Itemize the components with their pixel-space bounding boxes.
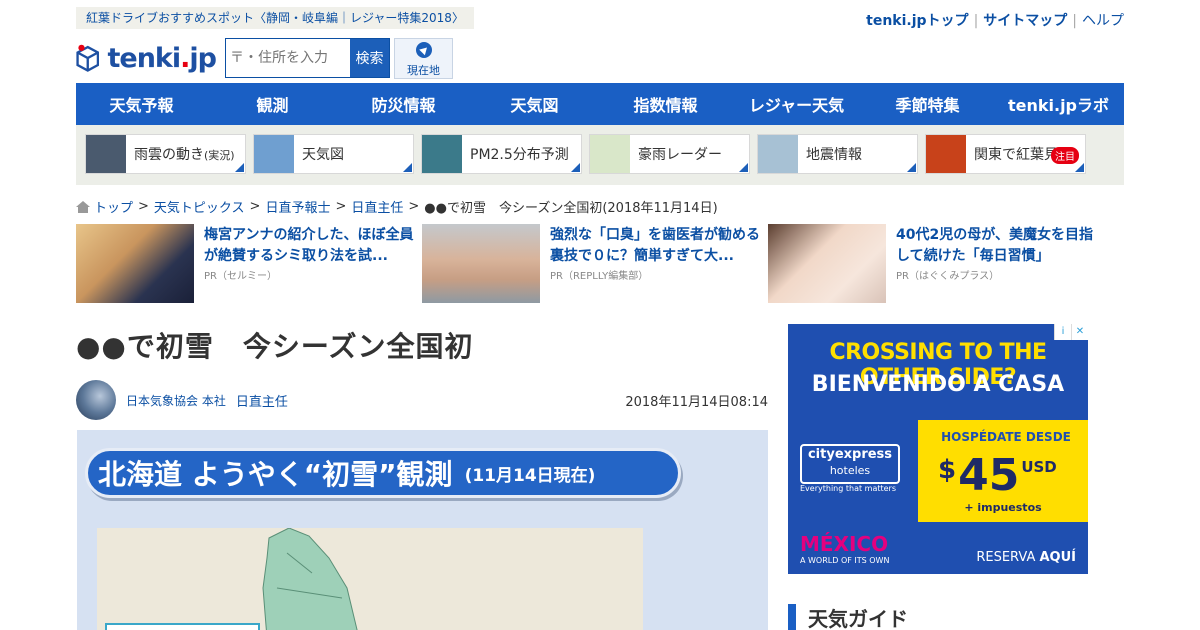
ad-subheadline: BIENVENIDO A CASA [811,372,1065,397]
ad-strip: 梅宮アンナの紹介した、ほぼ全員が絶賛するシミ取り法を試... PR（セルミー） 強… [76,224,1124,304]
subnav-rain-cloud[interactable]: 雨雲の動き(実況) [85,134,246,174]
top-link-help[interactable]: ヘルプ [1082,13,1124,29]
ad-pr: PR（はぐくみプラス） [896,271,1000,282]
mexico-tagline: A WORLD OF ITS OWN [800,556,890,565]
subnav-heavy-rain-radar[interactable]: 豪雨レーダー [589,134,750,174]
article-figure: 北海道 ようやく“初雪”観測 (11月14日現在) [77,430,768,630]
ad-stay-from: HOSPÉDATE DESDE [941,430,1071,444]
ad-title[interactable]: 40代2児の母が、美魔女を目指して続けた「毎日習慣」 [896,225,1106,267]
ad-pr: PR（セルミー） [204,271,277,282]
article-title: ●●で初雪 今シーズン全国初 [76,330,474,363]
subnav-pm25[interactable]: PM2.5分布予測 [421,134,582,174]
subnav-label: 天気図 [302,147,344,163]
map-legend [105,623,260,630]
global-nav: 天気予報 観測 防災情報 天気図 指数情報 レジャー天気 季節特集 tenki.… [76,83,1124,125]
ad-image [76,224,194,303]
gnav-seasonal[interactable]: 季節特集 [862,83,993,125]
autumn-leaves-thumbnail [926,135,966,173]
sidebar-weather-guide-title: 天気ガイド [788,604,908,630]
ad-card[interactable]: 40代2児の母が、美魔女を目指して続けた「毎日習慣」 PR（はぐくみプラス） [768,224,1114,304]
home-icon [76,200,90,213]
ad-pr: PR（REPLLY編集部） [550,271,649,282]
gnav-observation[interactable]: 観測 [207,83,338,125]
site-logo[interactable]: tenki.jp [76,38,217,78]
subnav-label: 豪雨レーダー [638,147,722,163]
ad-title[interactable]: 梅宮アンナの紹介した、ほぼ全員が絶賛するシミ取り法を試... [204,225,414,267]
breadcrumb-topics[interactable]: 天気トピックス [154,197,245,216]
subnav-label: 地震情報 [806,147,862,163]
ad-taxes: + impuestos [964,501,1042,514]
sub-nav: 雨雲の動き(実況) 天気図 PM2.5分布予測 豪雨レーダー 地震情報 関東で紅… [76,125,1124,185]
search-button[interactable]: 検索 [350,39,389,77]
search-box: 検索 [225,38,390,78]
weather-map-thumbnail [254,135,294,173]
ad-tagline: Everything that matters [800,484,896,493]
subnav-label: PM2.5分布予測 [470,147,569,163]
radar-thumbnail [590,135,630,173]
breadcrumb-chief[interactable]: 日直主任 [351,197,403,216]
hokkaido-shape [262,527,358,630]
ad-price: $45 USD [938,450,1057,501]
top-link-home[interactable]: tenki.jpトップ [866,13,968,29]
author-name[interactable]: 日直主任 [236,391,288,410]
author-avatar[interactable] [76,380,116,420]
subnav-autumn-leaves[interactable]: 関東で紅葉見頃 注目 [925,134,1086,174]
ad-card[interactable]: 強烈な「口臭」を歯医者が勧める裏技で０に？簡単すぎて大... PR（REPLLY編… [422,224,768,304]
current-location-label: 現在地 [407,64,440,77]
ad-image [768,224,886,303]
rain-cloud-thumbnail [86,135,126,173]
article-date: 2018年11月14日08:14 [625,394,768,410]
subnav-weather-map[interactable]: 天気図 [253,134,414,174]
cityexpress-logo: cityexpress hoteles [800,444,900,484]
current-location-button[interactable]: 現在地 [394,38,453,79]
search-input[interactable] [226,39,350,77]
breadcrumb-current: ●●で初雪 今シーズン全国初(2018年11月14日) [424,201,718,216]
featured-badge: 注目 [1051,147,1079,164]
gnav-forecast[interactable]: 天気予報 [76,83,207,125]
author-row: 日本気象協会 本社 日直主任 2018年11月14日08:14 [76,379,768,421]
ad-card[interactable]: 梅宮アンナの紹介した、ほぼ全員が絶賛するシミ取り法を試... PR（セルミー） [76,224,422,304]
ad-image [422,224,540,303]
pm25-thumbnail [422,135,462,173]
author-org[interactable]: 日本気象協会 本社 [126,392,226,409]
hokkaido-map [97,527,643,630]
subnav-label: 雨雲の動き(実況) [134,147,235,163]
mexico-logo: MÉXICO [800,532,889,556]
reserve-link[interactable]: RESERVA AQUÍ [976,550,1076,565]
adchoices-icon[interactable]: i ✕ [1054,324,1088,340]
logo-text: tenki.jp [107,42,217,74]
gnav-weather-map[interactable]: 天気図 [469,83,600,125]
gnav-lab[interactable]: tenki.jpラボ [993,83,1124,125]
side-ad[interactable]: i ✕ CROSSING TO THE OTHER SIDE? BIENVENID… [788,324,1088,574]
top-link-sitemap[interactable]: サイトマップ [983,13,1067,29]
top-links: tenki.jpトップ | サイトマップ | ヘルプ [866,13,1124,29]
earthquake-thumbnail [758,135,798,173]
figure-banner: 北海道 ようやく“初雪”観測 (11月14日現在) [85,448,681,498]
location-arrow-icon [415,42,432,58]
gnav-leisure[interactable]: レジャー天気 [731,83,862,125]
breadcrumb-forecaster[interactable]: 日直予報士 [265,197,330,216]
promo-link[interactable]: 紅葉ドライブおすすめスポット〈静岡・岐阜編｜レジャー特集2018〉 [76,7,474,29]
breadcrumb: トップ > 天気トピックス > 日直予報士 > 日直主任 > ●●で初雪 今シーズン全国… [76,197,718,216]
gnav-disaster[interactable]: 防災情報 [338,83,469,125]
subnav-earthquake[interactable]: 地震情報 [757,134,918,174]
logo-cube-icon [76,44,100,72]
breadcrumb-top[interactable]: トップ [94,197,133,216]
ad-title[interactable]: 強烈な「口臭」を歯医者が勧める裏技で０に？簡単すぎて大... [550,225,760,267]
gnav-indices[interactable]: 指数情報 [600,83,731,125]
